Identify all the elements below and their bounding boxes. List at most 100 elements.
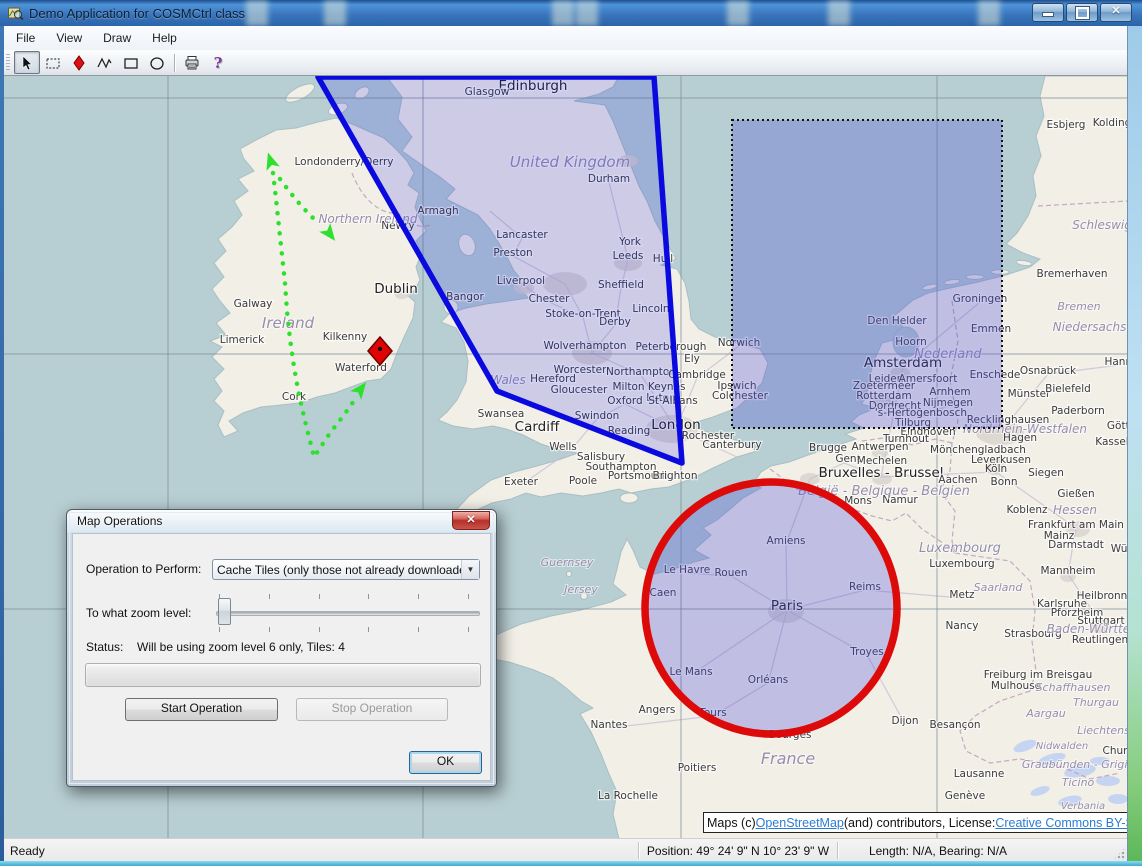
map-city-label: Mulhouse [991, 680, 1041, 692]
map-city-label: La Rochelle [598, 790, 658, 802]
map-region-label: Bremen [1057, 300, 1100, 313]
map-city-label: Siegen [1028, 467, 1064, 479]
map-city-label: Metz [949, 589, 975, 601]
map-city-label: Dublin [374, 281, 418, 297]
map-region-label: Baden-Württemberg [1047, 622, 1128, 636]
menu-view[interactable]: View [47, 28, 91, 48]
slider-ticks-top [219, 594, 469, 599]
toolbar-select-tool[interactable] [14, 51, 40, 74]
map-city-label: Paderborn [1051, 405, 1105, 417]
map-city-label: Darmstadt [1048, 539, 1104, 551]
maximize-icon [1076, 7, 1089, 19]
operation-label: Operation to Perform: [86, 562, 201, 576]
minimize-button[interactable] [1032, 3, 1064, 22]
map-city-label: Dijon [892, 715, 919, 727]
glass-reflection [576, 0, 598, 26]
rectangle-icon [123, 55, 139, 71]
window-border-left [0, 26, 4, 866]
map-region-label: Niedersachsen [1053, 320, 1128, 334]
toolbar-marker-tool[interactable] [66, 51, 92, 74]
map-city-label: Chur [1103, 745, 1128, 757]
map-region-label: Ticino [1062, 776, 1095, 789]
printer-icon [184, 55, 200, 71]
map-region-label: Verbania [1061, 801, 1105, 812]
glass-reflection [727, 0, 749, 26]
toolbar-about-button[interactable]: ? [205, 51, 231, 74]
attribution-box: Maps (c) OpenStreetMap (and) contributor… [703, 812, 1128, 833]
status-bar: Ready Position: 49° 24' 9" N 10° 23' 9" … [4, 838, 1128, 862]
slider-ticks-bottom [219, 627, 469, 632]
menu-bar: File View Draw Help [4, 26, 1128, 51]
dialog-title: Map Operations [77, 514, 162, 528]
license-link[interactable]: Creative Commons BY-SA [995, 816, 1128, 830]
operation-combobox[interactable]: Cache Tiles (only those not already down… [212, 559, 480, 580]
map-city-label: Göttingen [1107, 420, 1128, 432]
zoom-slider-thumb[interactable] [218, 598, 231, 625]
stop-operation-button[interactable]: Stop Operation [296, 698, 448, 721]
map-city-label: Canterbury [702, 439, 761, 451]
maximize-button[interactable] [1066, 3, 1098, 22]
glass-reflection [978, 0, 1000, 26]
toolbar-rectangle-tool[interactable] [118, 51, 144, 74]
toolbar: ? [4, 50, 1128, 76]
map-city-label: Bruxelles - Brussel [818, 465, 943, 481]
glass-reflection [828, 0, 850, 26]
window-border-right [1127, 26, 1142, 866]
status-label: Status: [86, 640, 123, 654]
ok-button[interactable]: OK [409, 751, 482, 774]
map-city-label: Limerick [220, 334, 265, 346]
minimize-icon [1042, 12, 1054, 17]
toolbar-zoom-rect-tool[interactable] [40, 51, 66, 74]
map-city-label: Lausanne [954, 768, 1005, 780]
status-position: Position: 49° 24' 9" N 10° 23' 9" W [639, 844, 837, 858]
toolbar-grip[interactable] [6, 54, 10, 72]
map-canvas[interactable]: EdinburghGlasgowLondonderry/DerryArmaghN… [4, 75, 1128, 839]
attribution-text: Maps (c) [707, 816, 756, 830]
resize-grip[interactable] [1113, 847, 1126, 860]
map-city-label: Frankfurt am Main [1028, 519, 1124, 531]
title-bar[interactable]: Demo Application for COSMCtrl class ✕ [0, 0, 1142, 26]
menu-draw[interactable]: Draw [94, 28, 140, 48]
map-region-label: Jersey [562, 583, 598, 596]
map-city-label: Angers [639, 704, 676, 716]
map-city-label: Luxembourg [929, 558, 994, 570]
chevron-down-icon[interactable]: ▼ [461, 560, 479, 579]
map-region-label: Aargau [1025, 707, 1066, 720]
map-city-label: Gießen [1057, 488, 1094, 500]
map-region-label: Thurgau [1073, 696, 1119, 709]
toolbar-separator [174, 54, 175, 72]
map-region-label: Schleswig-Hol. [1072, 218, 1128, 232]
map-city-label: Nancy [946, 620, 979, 632]
map-region-label: Nidwalden [1036, 741, 1089, 752]
menu-file[interactable]: File [7, 28, 44, 48]
map-city-label: Exeter [504, 476, 539, 488]
start-operation-button[interactable]: Start Operation [125, 698, 278, 721]
map-city-label: Antwerpen [851, 441, 908, 453]
map-city-label: Esbjerg [1047, 119, 1086, 131]
map-region-label: Guernsey [541, 556, 594, 569]
glass-reflection [552, 0, 574, 26]
close-button[interactable]: ✕ [1100, 3, 1132, 22]
zoom-slider-track[interactable] [216, 611, 480, 616]
map-city-label: Besançon [929, 719, 980, 731]
progress-bar [85, 663, 481, 687]
map-region-label: Saarland [974, 581, 1024, 594]
status-ready: Ready [4, 844, 638, 858]
menu-help[interactable]: Help [143, 28, 186, 48]
toolbar-polyline-tool[interactable] [92, 51, 118, 74]
zoom-level-label: To what zoom level: [86, 606, 191, 620]
map-region-label: Hessen [1053, 503, 1097, 517]
map-city-label: Kolding [1093, 117, 1128, 129]
ellipse-icon [149, 55, 165, 71]
map-city-label: Mannheim [1040, 565, 1095, 577]
window-title: Demo Application for COSMCtrl class [29, 6, 245, 21]
openstreetmap-link[interactable]: OpenStreetMap [756, 816, 844, 830]
red-diamond-marker-dot [378, 347, 382, 351]
dialog-close-button[interactable]: ✕ [452, 511, 490, 530]
map-city-label: Genève [945, 790, 985, 802]
toolbar-ellipse-tool[interactable] [144, 51, 170, 74]
toolbar-print-button[interactable] [179, 51, 205, 74]
window-border-bottom [0, 861, 1142, 866]
map-city-label: Wells [549, 441, 577, 453]
map-region-label: France [761, 749, 816, 768]
